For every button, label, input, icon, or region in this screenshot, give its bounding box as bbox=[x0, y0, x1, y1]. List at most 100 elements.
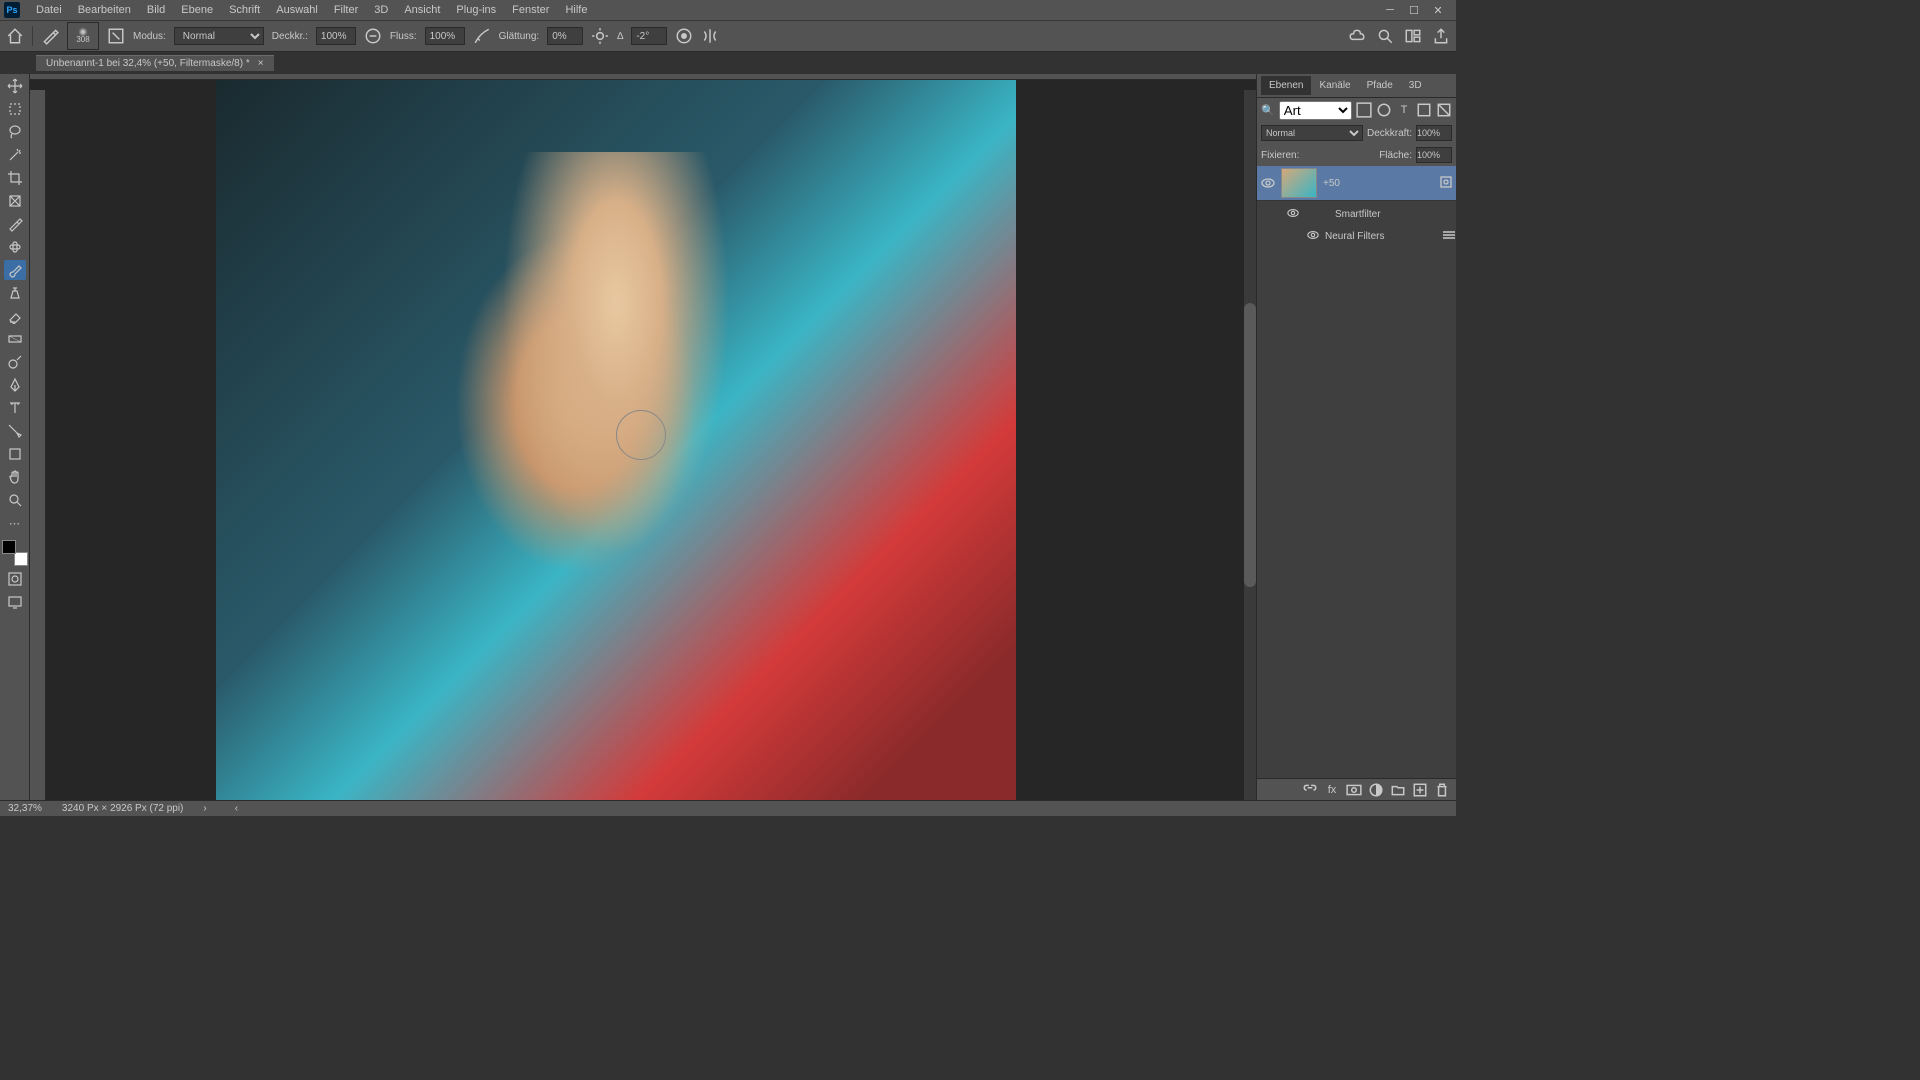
lasso-tool[interactable] bbox=[4, 122, 26, 142]
brush-panel-toggle[interactable] bbox=[107, 27, 125, 45]
menu-schrift[interactable]: Schrift bbox=[221, 4, 268, 16]
vertical-scrollbar[interactable] bbox=[1244, 90, 1256, 800]
menu-auswahl[interactable]: Auswahl bbox=[268, 4, 326, 16]
tab-pfade[interactable]: Pfade bbox=[1359, 76, 1401, 95]
menu-plugins[interactable]: Plug-ins bbox=[448, 4, 504, 16]
visibility-icon[interactable] bbox=[1307, 229, 1319, 244]
group-icon[interactable] bbox=[1390, 782, 1406, 798]
shape-tool[interactable] bbox=[4, 444, 26, 464]
close-button[interactable]: ✕ bbox=[1432, 4, 1444, 16]
opacity-pressure-icon[interactable] bbox=[364, 27, 382, 45]
layer-name[interactable]: +50 bbox=[1323, 178, 1340, 189]
brush-tool-icon[interactable] bbox=[41, 27, 59, 45]
document-info[interactable]: 3240 Px × 2926 Px (72 ppi) bbox=[62, 803, 183, 814]
color-swatches[interactable] bbox=[2, 540, 28, 566]
healing-tool[interactable] bbox=[4, 237, 26, 257]
layer-thumbnail[interactable] bbox=[1281, 168, 1317, 198]
eraser-tool[interactable] bbox=[4, 306, 26, 326]
separator bbox=[32, 26, 33, 46]
search-icon[interactable] bbox=[1376, 27, 1394, 45]
smoothing-options-icon[interactable] bbox=[591, 27, 609, 45]
move-tool[interactable] bbox=[4, 76, 26, 96]
magic-wand-tool[interactable] bbox=[4, 145, 26, 165]
vertical-ruler[interactable] bbox=[30, 90, 46, 800]
filter-smart-icon[interactable] bbox=[1436, 102, 1452, 118]
close-tab-icon[interactable]: × bbox=[258, 58, 264, 69]
menu-3d[interactable]: 3D bbox=[366, 4, 396, 16]
workspace-icon[interactable] bbox=[1404, 27, 1422, 45]
smartfilter-row[interactable]: Smartfilter bbox=[1257, 201, 1456, 227]
minimize-button[interactable]: ─ bbox=[1384, 4, 1396, 16]
visibility-icon[interactable] bbox=[1261, 176, 1275, 190]
menu-ebene[interactable]: Ebene bbox=[173, 4, 221, 16]
foreground-color[interactable] bbox=[2, 540, 16, 554]
flow-input[interactable] bbox=[425, 27, 465, 45]
symmetry-icon[interactable] bbox=[701, 27, 719, 45]
mask-thumbnail[interactable] bbox=[1305, 203, 1329, 225]
path-tool[interactable] bbox=[4, 421, 26, 441]
menu-ansicht[interactable]: Ansicht bbox=[396, 4, 448, 16]
brush-tool[interactable] bbox=[4, 260, 26, 280]
pen-tool[interactable] bbox=[4, 375, 26, 395]
adjustment-icon[interactable] bbox=[1368, 782, 1384, 798]
cloud-docs-icon[interactable] bbox=[1348, 27, 1366, 45]
menu-hilfe[interactable]: Hilfe bbox=[557, 4, 595, 16]
filter-image-icon[interactable] bbox=[1356, 102, 1372, 118]
marquee-tool[interactable] bbox=[4, 99, 26, 119]
opacity-input[interactable] bbox=[316, 27, 356, 45]
angle-input[interactable] bbox=[631, 27, 667, 45]
filter-type-icon[interactable]: T bbox=[1396, 102, 1412, 118]
mask-icon[interactable] bbox=[1346, 782, 1362, 798]
layer-blend-mode[interactable]: Normal bbox=[1261, 125, 1363, 141]
document-image[interactable] bbox=[216, 80, 1016, 800]
eyedropper-tool[interactable] bbox=[4, 214, 26, 234]
edit-toolbar[interactable]: ⋯ bbox=[4, 513, 26, 533]
screen-mode-tool[interactable] bbox=[4, 592, 26, 612]
layer-filter-type[interactable]: Art bbox=[1279, 101, 1352, 120]
link-layers-icon[interactable] bbox=[1302, 782, 1318, 798]
maximize-button[interactable]: ☐ bbox=[1408, 4, 1420, 16]
menu-bearbeiten[interactable]: Bearbeiten bbox=[70, 4, 139, 16]
filter-blending-icon[interactable] bbox=[1442, 230, 1456, 243]
layer-opacity-input[interactable] bbox=[1416, 125, 1452, 141]
delete-layer-icon[interactable] bbox=[1434, 782, 1450, 798]
menu-bild[interactable]: Bild bbox=[139, 4, 173, 16]
new-layer-icon[interactable] bbox=[1412, 782, 1428, 798]
menu-filter[interactable]: Filter bbox=[326, 4, 366, 16]
info-chevron-icon[interactable]: › bbox=[203, 803, 206, 814]
smoothing-input[interactable] bbox=[547, 27, 583, 45]
filter-adjust-icon[interactable] bbox=[1376, 102, 1392, 118]
frame-tool[interactable] bbox=[4, 191, 26, 211]
type-tool[interactable] bbox=[4, 398, 26, 418]
dodge-tool[interactable] bbox=[4, 352, 26, 372]
share-icon[interactable] bbox=[1432, 27, 1450, 45]
canvas[interactable] bbox=[46, 80, 1256, 800]
arrow-left-icon[interactable]: ‹ bbox=[235, 803, 238, 814]
zoom-tool[interactable] bbox=[4, 490, 26, 510]
brush-preset-picker[interactable]: 308 bbox=[67, 22, 99, 50]
crop-tool[interactable] bbox=[4, 168, 26, 188]
tablet-pressure-icon[interactable] bbox=[675, 27, 693, 45]
hand-tool[interactable] bbox=[4, 467, 26, 487]
layer-row[interactable]: +50 bbox=[1257, 166, 1456, 201]
document-tab[interactable]: Unbenannt-1 bei 32,4% (+50, Filtermaske/… bbox=[36, 55, 274, 71]
background-color[interactable] bbox=[14, 552, 28, 566]
tab-ebenen[interactable]: Ebenen bbox=[1261, 76, 1311, 95]
filter-entry[interactable]: Neural Filters bbox=[1257, 227, 1456, 246]
clone-stamp-tool[interactable] bbox=[4, 283, 26, 303]
zoom-level[interactable]: 32,37% bbox=[8, 803, 42, 814]
visibility-icon[interactable] bbox=[1287, 207, 1299, 222]
document-tab-bar: Unbenannt-1 bei 32,4% (+50, Filtermaske/… bbox=[0, 52, 1456, 74]
menu-datei[interactable]: Datei bbox=[28, 4, 70, 16]
menu-fenster[interactable]: Fenster bbox=[504, 4, 557, 16]
fx-icon[interactable]: fx bbox=[1324, 782, 1340, 798]
airbrush-icon[interactable] bbox=[473, 27, 491, 45]
blend-mode-select[interactable]: Normal bbox=[174, 27, 264, 45]
gradient-tool[interactable] bbox=[4, 329, 26, 349]
filter-shape-icon[interactable] bbox=[1416, 102, 1432, 118]
fill-input[interactable] bbox=[1416, 147, 1452, 163]
tab-3d[interactable]: 3D bbox=[1401, 76, 1430, 95]
quick-mask-tool[interactable] bbox=[4, 569, 26, 589]
home-icon[interactable] bbox=[6, 27, 24, 45]
tab-kanaele[interactable]: Kanäle bbox=[1311, 76, 1358, 95]
